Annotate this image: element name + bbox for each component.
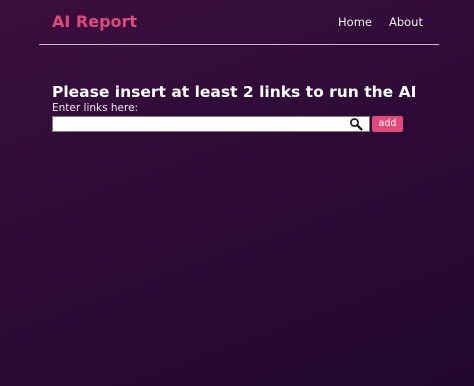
main-content: Please insert at least 2 links to run th… bbox=[52, 82, 432, 137]
page: AI Report Home About Please insert at le… bbox=[0, 0, 474, 386]
link-input-row: add bbox=[52, 116, 432, 137]
brand-logo-text[interactable]: AI Report bbox=[52, 12, 137, 31]
links-input-label: Enter links here: bbox=[52, 102, 139, 114]
add-button[interactable]: add bbox=[372, 116, 403, 132]
search-icon[interactable] bbox=[349, 117, 363, 131]
links-input[interactable] bbox=[53, 122, 343, 137]
nav-link-about[interactable]: About bbox=[389, 15, 423, 29]
link-input-container bbox=[52, 116, 370, 137]
page-heading: Please insert at least 2 links to run th… bbox=[52, 83, 417, 101]
nav-links: Home About bbox=[338, 15, 439, 29]
navbar: AI Report Home About bbox=[39, 0, 439, 45]
nav-link-home[interactable]: Home bbox=[338, 15, 372, 29]
